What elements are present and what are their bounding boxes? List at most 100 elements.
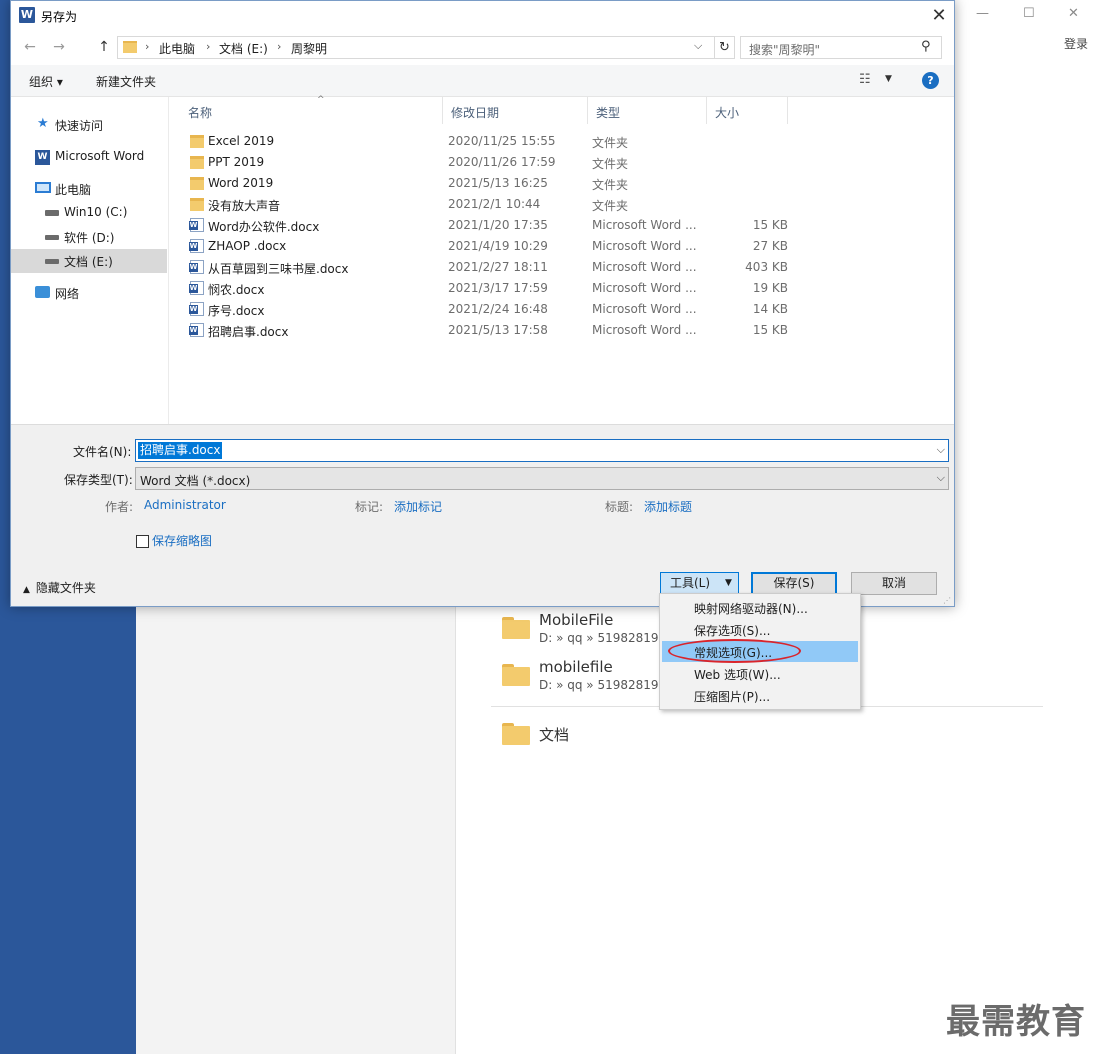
address-bar[interactable]: › 此电脑 › 文档 (E:) › 周黎明 ⌵ ↻ [117,36,735,59]
cancel-button[interactable]: 取消 [851,572,937,595]
save-button[interactable]: 保存(S) [751,572,837,595]
column-header-size[interactable]: 大小 [707,97,788,124]
column-header-date[interactable]: 修改日期 [443,97,588,124]
view-options-icon[interactable]: ☷ [859,72,871,87]
save-thumbnail-checkbox[interactable] [136,535,149,548]
window-close-icon[interactable]: ✕ [1068,6,1079,21]
sidebar-item-label: 快速访问 [55,119,104,133]
search-input[interactable]: 搜索"周黎明" ⚲ [740,36,942,59]
word-document-icon [189,260,204,274]
watermark: 最需教育 [946,1002,1086,1042]
close-icon[interactable]: ✕ [925,4,953,28]
chevron-down-icon[interactable]: ⌵ [694,39,702,53]
recent-folder-title[interactable]: MobileFile [539,611,613,629]
sidebar-item-microsoft-word[interactable]: W Microsoft Word [11,145,167,169]
folder-icon [190,177,204,190]
file-row[interactable]: 招聘启事.docx 2021/5/13 17:58 Microsoft Word… [186,320,796,341]
breadcrumb-this-pc[interactable]: 此电脑 [159,40,195,57]
filename-value[interactable]: 招聘启事.docx [138,442,223,459]
file-row[interactable]: 悯农.docx 2021/3/17 17:59 Microsoft Word .… [186,278,796,299]
sidebar-item-drive-e[interactable]: 文档 (E:) [11,249,167,273]
recent-folder-title[interactable]: mobilefile [539,658,613,676]
sidebar-item-quick-access[interactable]: ★ 快速访问 [11,113,167,137]
file-row[interactable]: PPT 2019 2020/11/26 17:59 文件夹 [186,152,796,173]
help-icon[interactable]: ? [922,72,939,89]
file-type: Microsoft Word ... [592,239,697,253]
search-icon[interactable]: ⚲ [921,39,931,54]
word-app-icon: W [19,7,35,23]
forward-arrow-icon[interactable]: → [48,37,70,57]
doc-title-field[interactable]: 添加标题 [644,498,692,515]
file-row[interactable]: Excel 2019 2020/11/25 15:55 文件夹 [186,131,796,152]
author-field[interactable]: Administrator [144,498,226,512]
file-row[interactable]: 没有放大声音 2021/2/1 10:44 文件夹 [186,194,796,215]
breadcrumb-separator[interactable]: › [145,40,149,53]
column-header-label: 类型 [596,106,621,120]
file-name: Excel 2019 [208,134,275,148]
file-list: 名称 ^ 修改日期 类型 大小 Excel 2019 2020/11/25 15… [170,95,954,424]
file-row[interactable]: Word 2019 2021/5/13 16:25 文件夹 [186,173,796,194]
word-document-icon [189,323,204,337]
breadcrumb-drive-e[interactable]: 文档 (E:) [219,40,268,57]
file-row[interactable]: ZHAOP .docx 2021/4/19 10:29 Microsoft Wo… [186,236,796,257]
minimize-icon[interactable]: — [976,6,989,21]
menu-item-label: 映射网络驱动器(N)... [694,602,808,616]
hide-folders-toggle[interactable]: ▲ 隐藏文件夹 [23,579,96,596]
sidebar-item-label: Microsoft Word [55,149,145,163]
organize-button[interactable]: 组织 ▾ [29,73,63,90]
file-date: 2021/5/13 17:58 [448,323,548,337]
column-header-name[interactable]: 名称 ^ [180,95,443,124]
tags-field[interactable]: 添加标记 [394,498,442,515]
file-type: 文件夹 [592,178,629,192]
column-header-type[interactable]: 类型 [588,97,707,124]
back-arrow-icon[interactable]: ← [19,37,41,57]
sort-ascending-icon: ^ [317,95,325,105]
filetype-select[interactable]: Word 文档 (*.docx) ⌵ [135,467,949,490]
menu-item-compress-pictures[interactable]: 压缩图片(P)... [662,685,858,706]
login-link[interactable]: 登录 [1064,35,1088,52]
breadcrumb-separator[interactable]: › [277,40,281,53]
file-row[interactable]: Word办公软件.docx 2021/1/20 17:35 Microsoft … [186,215,796,236]
tools-button-label: 工具(L) [670,576,711,590]
file-name: 从百草园到三味书屋.docx [208,262,349,276]
file-name: PPT 2019 [208,155,265,169]
menu-item-save-options[interactable]: 保存选项(S)... [662,619,858,640]
file-date: 2021/2/27 18:11 [448,260,548,274]
file-size: 15 KB [752,218,788,232]
menu-item-web-options[interactable]: Web 选项(W)... [662,663,858,684]
file-type: 文件夹 [592,199,629,213]
menu-item-label: 保存选项(S)... [694,624,771,638]
refresh-icon[interactable]: ↻ [714,37,734,58]
sidebar-item-drive-c[interactable]: Win10 (C:) [11,201,167,225]
new-folder-button[interactable]: 新建文件夹 [96,73,156,90]
chevron-up-icon: ▲ [23,585,30,595]
save-as-dialog: W 另存为 ✕ ← → ↑ › 此电脑 › 文档 (E:) › 周黎明 ⌵ ↻ … [10,0,955,607]
chevron-down-icon[interactable]: ⌵ [937,471,945,485]
command-bar: 组织 ▾ 新建文件夹 ☷ ▼ ? [11,65,954,97]
sidebar-item-this-pc[interactable]: 此电脑 [11,177,167,201]
network-icon [35,286,50,298]
file-row[interactable]: 序号.docx 2021/2/24 16:48 Microsoft Word .… [186,299,796,320]
file-date: 2021/1/20 17:35 [448,218,548,232]
save-thumbnail-label[interactable]: 保存缩略图 [152,532,212,549]
file-date: 2021/4/19 10:29 [448,239,548,253]
sidebar-item-network[interactable]: 网络 [11,281,167,305]
view-dropdown-icon[interactable]: ▼ [885,74,892,84]
menu-item-map-network-drive[interactable]: 映射网络驱动器(N)... [662,597,858,618]
documents-folder-title[interactable]: 文档 [539,724,569,745]
file-date: 2020/11/25 15:55 [448,134,556,148]
file-row[interactable]: 从百草园到三味书屋.docx 2021/2/27 18:11 Microsoft… [186,257,796,278]
file-type: Microsoft Word ... [592,281,697,295]
folder-icon [123,41,137,53]
filename-input[interactable]: 招聘启事.docx ⌵ [135,439,949,462]
resize-grip-icon[interactable]: ⋰ [943,596,951,605]
breadcrumb-current-folder[interactable]: 周黎明 [291,40,327,57]
drive-icon [45,259,59,264]
tools-button[interactable]: 工具(L) ▼ [660,572,739,595]
up-arrow-icon[interactable]: ↑ [93,37,115,57]
maximize-icon[interactable]: ☐ [1023,6,1035,21]
breadcrumb-separator[interactable]: › [206,40,210,53]
sidebar-item-drive-d[interactable]: 软件 (D:) [11,225,167,249]
file-type: Microsoft Word ... [592,260,697,274]
chevron-down-icon[interactable]: ⌵ [937,443,945,457]
